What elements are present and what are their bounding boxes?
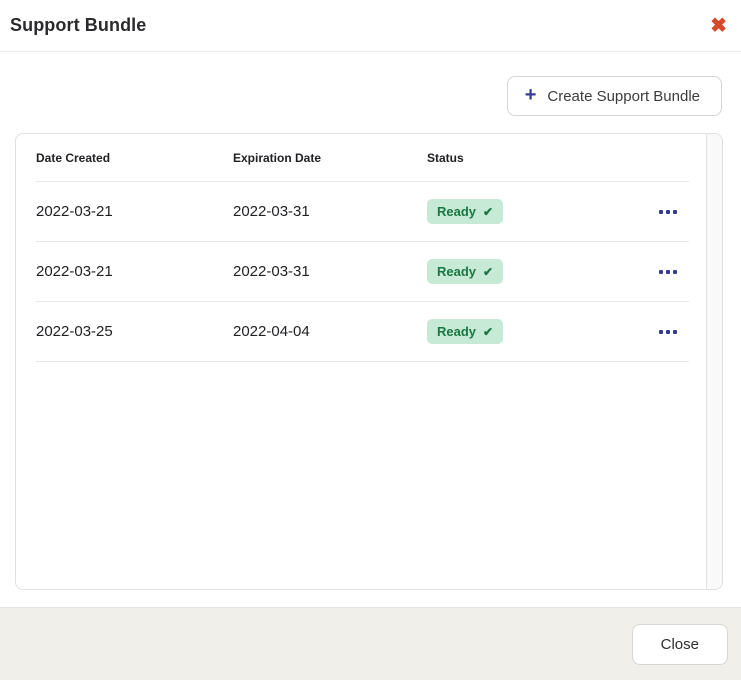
date-created-value: 2022-03-21 <box>36 263 233 280</box>
column-header-status: Status <box>427 151 594 165</box>
status-cell: Ready ✔ <box>427 199 594 224</box>
check-icon: ✔ <box>483 206 493 218</box>
check-icon: ✔ <box>483 266 493 278</box>
status-label: Ready <box>437 204 476 219</box>
status-cell: Ready ✔ <box>427 319 594 344</box>
actions-cell <box>594 206 689 218</box>
close-icon[interactable]: ✖ <box>710 16 727 36</box>
column-header-date-created: Date Created <box>36 151 233 165</box>
column-header-expiration-date: Expiration Date <box>233 151 427 165</box>
modal-footer: Close <box>0 607 741 680</box>
table-row: 2022-03-21 2022-03-31 Ready ✔ <box>36 242 689 302</box>
status-badge: Ready ✔ <box>427 319 503 344</box>
create-support-bundle-button[interactable]: + Create Support Bundle <box>507 76 722 116</box>
modal-header: Support Bundle ✖ <box>0 0 741 52</box>
row-actions-ellipsis-icon[interactable] <box>657 326 679 338</box>
date-created-value: 2022-03-21 <box>36 203 233 220</box>
support-bundle-table: Date Created Expiration Date Status 2022… <box>16 134 706 362</box>
close-button[interactable]: Close <box>632 624 728 665</box>
table-row: 2022-03-21 2022-03-31 Ready ✔ <box>36 182 689 242</box>
actions-cell <box>594 266 689 278</box>
expiration-date-value: 2022-03-31 <box>233 263 427 280</box>
status-label: Ready <box>437 264 476 279</box>
expiration-date-value: 2022-04-04 <box>233 323 427 340</box>
actions-cell <box>594 326 689 338</box>
row-actions-ellipsis-icon[interactable] <box>657 206 679 218</box>
page-title: Support Bundle <box>10 15 146 36</box>
plus-icon: + <box>525 85 537 105</box>
status-badge: Ready ✔ <box>427 259 503 284</box>
status-badge: Ready ✔ <box>427 199 503 224</box>
support-bundle-modal: Support Bundle ✖ + Create Support Bundle… <box>0 0 741 680</box>
expiration-date-value: 2022-03-31 <box>233 203 427 220</box>
date-created-value: 2022-03-25 <box>36 323 233 340</box>
table-scrollbar[interactable] <box>706 134 722 589</box>
check-icon: ✔ <box>483 326 493 338</box>
table-row: 2022-03-25 2022-04-04 Ready ✔ <box>36 302 689 362</box>
support-bundle-table-card: Date Created Expiration Date Status 2022… <box>15 133 723 590</box>
status-cell: Ready ✔ <box>427 259 594 284</box>
toolbar: + Create Support Bundle <box>0 76 741 116</box>
table-header-row: Date Created Expiration Date Status <box>36 134 689 182</box>
status-label: Ready <box>437 324 476 339</box>
row-actions-ellipsis-icon[interactable] <box>657 266 679 278</box>
create-support-bundle-label: Create Support Bundle <box>547 88 700 105</box>
